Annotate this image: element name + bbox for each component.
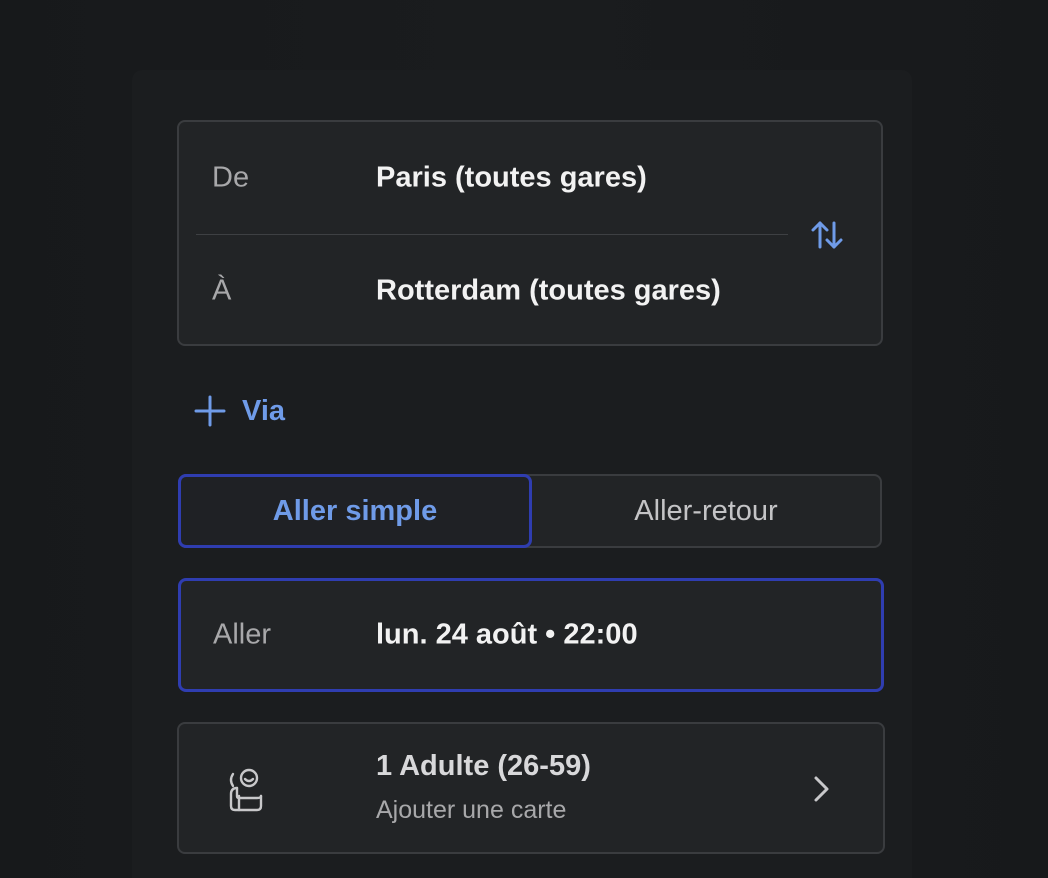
- swap-stations-button[interactable]: [799, 210, 855, 260]
- from-field[interactable]: De Paris (toutes gares): [179, 122, 789, 234]
- outbound-label: Aller: [213, 618, 272, 651]
- from-value: Paris (toutes gares): [376, 161, 647, 194]
- route-card: De Paris (toutes gares) À Rotterdam (tou…: [177, 120, 883, 346]
- outbound-date-field[interactable]: Aller lun. 24 août • 22:00: [178, 578, 884, 692]
- from-label: De: [212, 161, 250, 194]
- trip-option-round-trip[interactable]: Aller-retour: [532, 476, 880, 546]
- to-field[interactable]: À Rotterdam (toutes gares): [179, 235, 789, 347]
- to-value: Rotterdam (toutes gares): [376, 274, 721, 307]
- via-label: Via: [242, 394, 286, 427]
- passenger-icon: [229, 768, 263, 812]
- to-label: À: [212, 274, 232, 307]
- add-via-button[interactable]: Via: [192, 388, 285, 434]
- outbound-value: lun. 24 août • 22:00: [376, 618, 638, 651]
- page: De Paris (toutes gares) À Rotterdam (tou…: [0, 0, 1048, 878]
- trip-type-toggle: Aller simple Aller-retour: [178, 474, 882, 548]
- add-card-label: Ajouter une carte: [376, 796, 567, 824]
- trip-option-one-way[interactable]: Aller simple: [178, 474, 532, 548]
- passenger-summary: 1 Adulte (26-59): [376, 750, 591, 782]
- chevron-right-icon: [814, 776, 829, 802]
- swap-vertical-icon: [811, 221, 843, 249]
- passengers-field[interactable]: 1 Adulte (26-59) Ajouter une carte: [177, 722, 885, 854]
- plus-icon: [194, 395, 226, 427]
